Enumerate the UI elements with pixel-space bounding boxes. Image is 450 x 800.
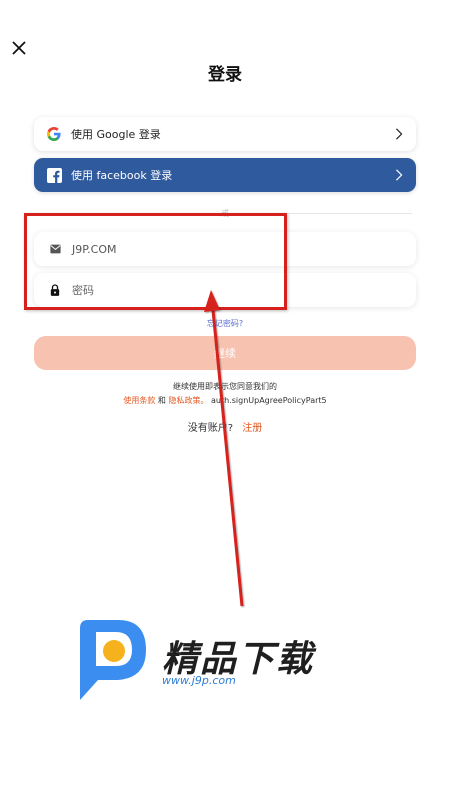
google-login-button[interactable]: 使用 Google 登录 bbox=[34, 117, 416, 151]
agreement-text: 继续使用即表示您同意我们的 bbox=[173, 382, 277, 391]
close-icon bbox=[12, 41, 26, 55]
email-value: J9P.COM bbox=[72, 242, 117, 256]
facebook-icon bbox=[46, 167, 62, 183]
close-button[interactable] bbox=[9, 38, 29, 58]
chevron-right-icon bbox=[392, 127, 406, 141]
email-field[interactable]: J9P.COM bbox=[34, 232, 416, 266]
signup-link[interactable]: 注册 bbox=[242, 423, 262, 434]
or-divider: 或 bbox=[34, 207, 416, 219]
lock-icon bbox=[48, 283, 62, 297]
password-field[interactable] bbox=[34, 273, 416, 307]
facebook-login-button[interactable]: 使用 facebook 登录 bbox=[34, 158, 416, 192]
terms-link[interactable]: 使用条款 bbox=[123, 396, 155, 405]
google-icon bbox=[46, 126, 62, 142]
forgot-password-link[interactable]: 忘记密码? bbox=[0, 318, 450, 329]
password-input[interactable] bbox=[72, 283, 372, 297]
privacy-link[interactable]: 隐私政策。 bbox=[168, 396, 208, 405]
chevron-right-icon bbox=[392, 168, 406, 182]
divider-line bbox=[237, 212, 412, 214]
watermark-url: www.j9p.com bbox=[162, 674, 236, 687]
facebook-login-label: 使用 facebook 登录 bbox=[71, 169, 173, 182]
divider-text: 或 bbox=[221, 208, 229, 218]
policy-key-text: auth.signUpAgreePolicyPart5 bbox=[211, 396, 327, 405]
google-login-label: 使用 Google 登录 bbox=[71, 128, 161, 141]
page-title: 登录 bbox=[208, 65, 242, 85]
signup-row: 没有账户? 注册 bbox=[0, 419, 450, 434]
mail-icon bbox=[48, 242, 62, 256]
agreement-and: 和 bbox=[157, 396, 166, 405]
divider-line bbox=[38, 212, 213, 214]
watermark: 精品下载 www.j9p.com bbox=[72, 618, 332, 702]
watermark-logo-icon bbox=[80, 620, 146, 700]
agreement-links: 使用条款 和 隐私政策。 auth.signUpAgreePolicyPart5 bbox=[0, 395, 450, 406]
signup-prompt: 没有账户? bbox=[187, 423, 234, 434]
continue-button[interactable]: 继续 bbox=[34, 336, 416, 370]
